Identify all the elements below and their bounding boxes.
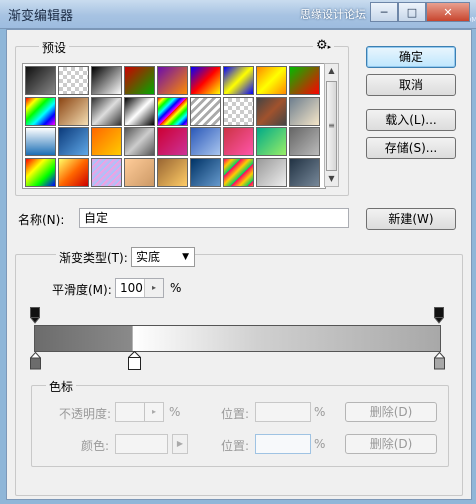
stops-group bbox=[31, 385, 449, 467]
preset-swatch[interactable] bbox=[58, 96, 89, 126]
name-input[interactable]: 自定 bbox=[79, 208, 349, 228]
smoothness-label: 平滑度(M): bbox=[52, 283, 112, 297]
color-stop-right-icon[interactable] bbox=[434, 352, 445, 370]
ok-button[interactable]: 确定 bbox=[366, 46, 456, 68]
gradient-type-label: 渐变类型(T): bbox=[56, 249, 131, 266]
stops-label: 色标 bbox=[46, 378, 77, 395]
smoothness-value: 100 bbox=[120, 281, 143, 295]
preset-swatch[interactable] bbox=[91, 157, 122, 187]
preset-swatch[interactable] bbox=[124, 96, 155, 126]
new-button[interactable]: 新建(W) bbox=[366, 208, 456, 230]
name-label: 名称(N): bbox=[18, 213, 65, 227]
color-delete-button[interactable]: 删除(D) bbox=[345, 434, 437, 454]
opacity-input[interactable]: ▸ bbox=[115, 402, 164, 422]
scroll-up-icon[interactable]: ▲ bbox=[325, 64, 338, 78]
preset-swatch[interactable] bbox=[58, 66, 89, 95]
preset-swatch[interactable] bbox=[190, 127, 221, 156]
preset-swatch[interactable] bbox=[157, 127, 188, 156]
opacity-position-label: 位置: bbox=[221, 407, 250, 421]
preset-swatch[interactable] bbox=[157, 96, 188, 126]
color-stop-left-icon[interactable] bbox=[30, 352, 41, 370]
preset-swatch[interactable] bbox=[58, 157, 89, 187]
preset-swatch[interactable] bbox=[124, 127, 155, 156]
preset-swatch[interactable] bbox=[157, 157, 188, 187]
preset-swatch[interactable] bbox=[58, 127, 89, 156]
opacity-position-unit: % bbox=[314, 405, 326, 419]
preset-swatch[interactable] bbox=[223, 127, 254, 156]
preset-swatch[interactable] bbox=[289, 96, 320, 126]
color-stop-middle-icon[interactable] bbox=[128, 351, 141, 370]
window-title: 渐变编辑器 bbox=[8, 9, 74, 24]
preset-swatch[interactable] bbox=[223, 157, 254, 187]
preset-swatch[interactable] bbox=[256, 66, 287, 95]
window-controls: ─ □ ✕ bbox=[370, 2, 470, 22]
preset-swatch[interactable] bbox=[157, 66, 188, 95]
opacity-delete-button[interactable]: 删除(D) bbox=[345, 402, 437, 422]
preset-swatch-grid bbox=[22, 63, 326, 189]
gradient-type-value: 实底 bbox=[136, 250, 161, 264]
preset-swatch[interactable] bbox=[190, 66, 221, 95]
preset-swatch[interactable] bbox=[256, 157, 287, 187]
preset-swatch[interactable] bbox=[289, 157, 320, 187]
load-button[interactable]: 载入(L)... bbox=[366, 109, 456, 131]
preset-scrollbar[interactable]: ▲ ≡ ▼ bbox=[324, 63, 339, 187]
preset-swatch[interactable] bbox=[223, 96, 254, 126]
preset-swatch[interactable] bbox=[25, 157, 56, 187]
opacity-stop-right-icon[interactable] bbox=[434, 307, 444, 324]
preset-swatch[interactable] bbox=[289, 66, 320, 95]
preset-swatch[interactable] bbox=[25, 96, 56, 126]
preset-swatch[interactable] bbox=[25, 127, 56, 156]
color-swatch[interactable] bbox=[115, 434, 168, 454]
gear-icon[interactable]: ⚙▸ bbox=[313, 38, 335, 53]
stepper-arrow-icon[interactable]: ▸ bbox=[144, 403, 163, 421]
opacity-unit: % bbox=[169, 405, 181, 419]
presets-label: 预设 bbox=[39, 39, 70, 56]
preset-swatch[interactable] bbox=[91, 127, 122, 156]
preset-swatch[interactable] bbox=[91, 96, 122, 126]
preset-swatch[interactable] bbox=[91, 66, 122, 95]
color-position-label: 位置: bbox=[221, 439, 250, 453]
smoothness-unit: % bbox=[170, 281, 182, 295]
gradient-preview-bar[interactable] bbox=[34, 325, 441, 352]
save-button[interactable]: 存储(S)... bbox=[366, 137, 456, 159]
opacity-position-input[interactable] bbox=[255, 402, 311, 422]
preset-swatch[interactable] bbox=[25, 66, 56, 95]
preset-swatch[interactable] bbox=[190, 96, 221, 126]
maximize-button[interactable]: □ bbox=[398, 2, 426, 22]
opacity-label: 不透明度: bbox=[59, 407, 112, 421]
minimize-button[interactable]: ─ bbox=[370, 2, 398, 22]
dropdown-arrow-icon: ▼ bbox=[182, 252, 189, 262]
cancel-button[interactable]: 取消 bbox=[366, 74, 456, 96]
color-position-unit: % bbox=[314, 437, 326, 451]
title-bar: 渐变编辑器 思缘设计论坛 WWW.MISSYUAN.COM ─ □ ✕ bbox=[0, 0, 476, 29]
gradient-type-select[interactable]: 实底 ▼ bbox=[131, 247, 195, 267]
preset-swatch[interactable] bbox=[124, 66, 155, 95]
close-button[interactable]: ✕ bbox=[426, 2, 470, 22]
color-position-input[interactable] bbox=[255, 434, 311, 454]
preset-swatch[interactable] bbox=[289, 127, 320, 156]
preset-swatch[interactable] bbox=[124, 157, 155, 187]
smoothness-input[interactable]: 100 ▸ bbox=[115, 278, 164, 298]
watermark-text: 思缘设计论坛 bbox=[300, 8, 366, 21]
scroll-down-icon[interactable]: ▼ bbox=[325, 172, 338, 186]
preset-swatch[interactable] bbox=[256, 96, 287, 126]
stepper-arrow-icon[interactable]: ▸ bbox=[144, 279, 163, 297]
scroll-thumb[interactable]: ≡ bbox=[326, 81, 337, 171]
color-label: 颜色: bbox=[81, 439, 110, 453]
preset-swatch[interactable] bbox=[256, 127, 287, 156]
preset-swatch[interactable] bbox=[223, 66, 254, 95]
opacity-stop-left-icon[interactable] bbox=[30, 307, 40, 324]
preset-swatch[interactable] bbox=[190, 157, 221, 187]
color-menu-arrow-icon[interactable]: ▶ bbox=[172, 434, 188, 454]
